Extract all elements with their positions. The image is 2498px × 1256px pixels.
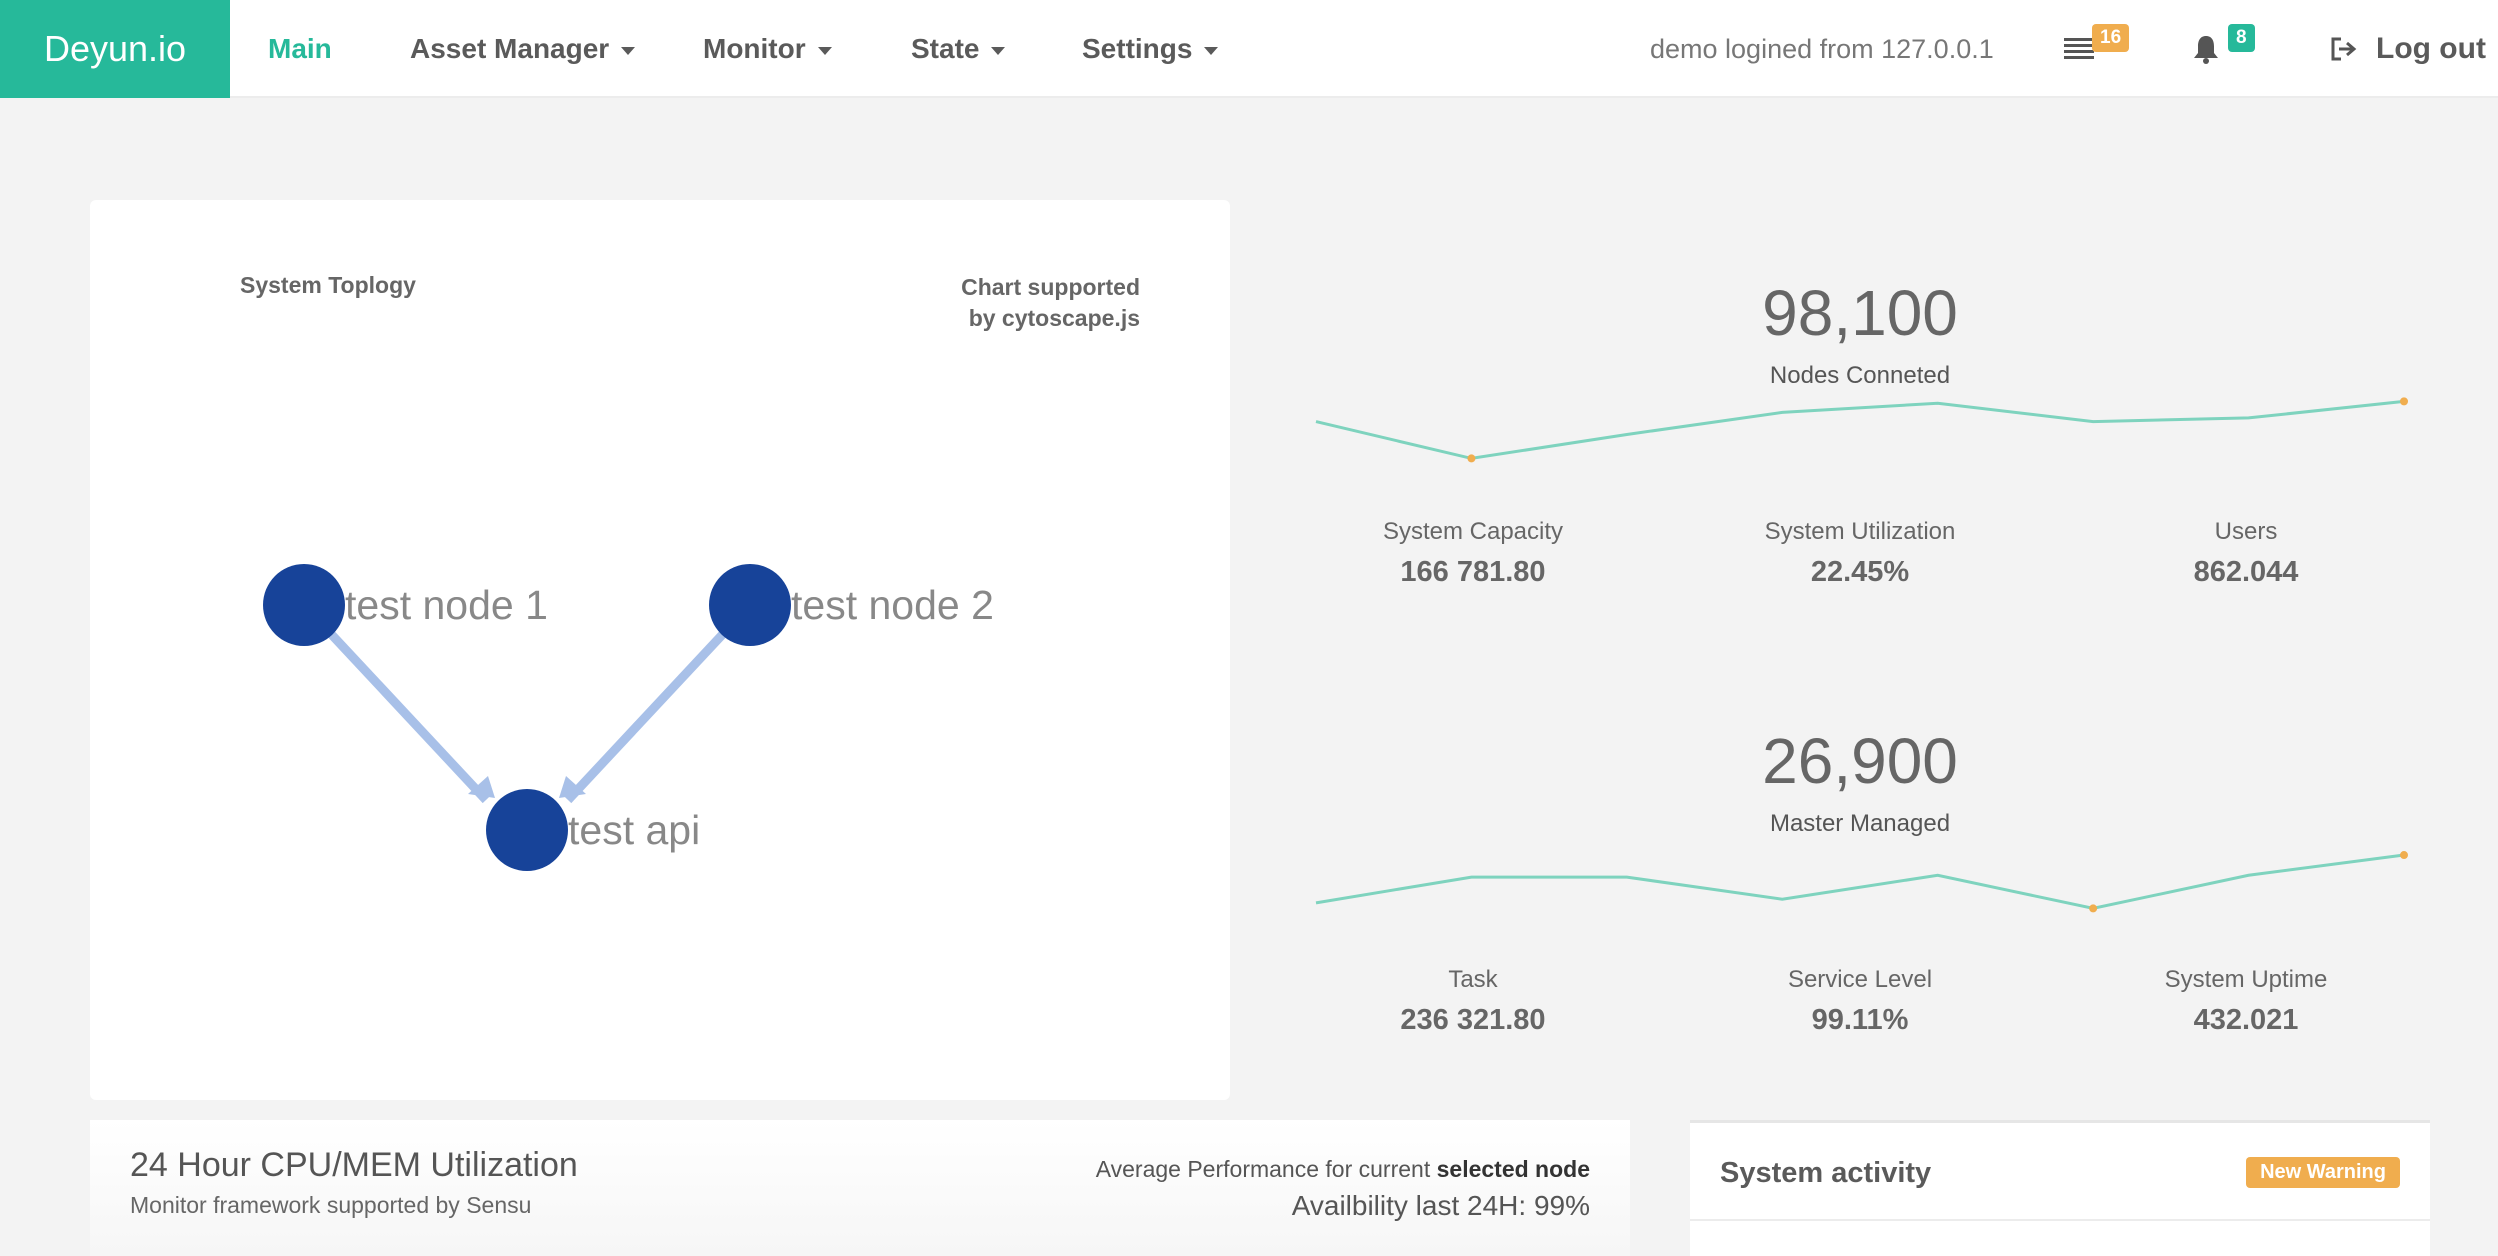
metric-value: 862.044 (2193, 556, 2299, 588)
nav-settings[interactable]: Settings (1082, 0, 1219, 98)
cpu-panel-title: 24 Hour CPU/MEM Utilization (130, 1146, 578, 1184)
nav-state[interactable]: State (911, 0, 1006, 98)
nodes-sparkline (1315, 397, 2408, 463)
system-activity-panel: System activity New Warning (1690, 1120, 2430, 1256)
sparkline-path (1315, 853, 2405, 910)
sign-out-icon (2331, 37, 2357, 61)
availability-text: Availbility last 24H: 99% (1291, 1190, 1590, 1221)
metric-value: 166 781.80 (1400, 556, 1546, 588)
notifications-badge: 8 (2228, 24, 2255, 52)
top-navbar: Deyun.io Main Asset Manager Monitor Stat… (0, 0, 2498, 98)
sparkline-point (2400, 851, 2408, 860)
nav-monitor-label: Monitor (703, 33, 806, 64)
bell-icon (2194, 36, 2218, 64)
nav-state-label: State (911, 33, 980, 64)
divider (1690, 1219, 2430, 1221)
metric-value: 432.021 (2193, 1004, 2299, 1036)
activity-title: System activity (1720, 1157, 1932, 1189)
logout-label: Log out (2376, 32, 2486, 65)
metric-value: 236 321.80 (1400, 1004, 1546, 1036)
chevron-down-icon (1204, 47, 1219, 55)
topology-node[interactable]: test api (486, 789, 700, 871)
notifications-button[interactable]: 8 (2192, 0, 2272, 98)
master-sparkline (1315, 851, 2408, 913)
metric-value: 22.45% (1810, 556, 1910, 588)
cpu-panel-subtitle: Monitor framework supported by Sensu (130, 1192, 532, 1218)
nav-monitor[interactable]: Monitor (703, 0, 832, 98)
metric-label: Service Level (1787, 966, 1933, 993)
nav-main-label: Main (268, 33, 332, 64)
topology-node-label: test node 2 (791, 582, 994, 628)
sparkline-point (2089, 904, 2098, 913)
chevron-down-icon (621, 47, 636, 55)
performance-note: Average Performance for current selected… (1096, 1156, 1590, 1183)
nav-asset-manager-label: Asset Manager (410, 33, 610, 64)
chevron-down-icon (991, 47, 1006, 55)
metric-label: Users (2214, 518, 2278, 545)
master-managed-value: 26,900 (1762, 725, 1958, 797)
performance-selected-node: selected node (1436, 1156, 1590, 1182)
topology-node-label: test node 1 (345, 582, 548, 628)
messages-button[interactable]: 16 (2064, 0, 2144, 98)
topology-node[interactable]: test node 1 (263, 564, 548, 646)
nav-asset-manager[interactable]: Asset Manager (410, 0, 636, 98)
metric-value: 99.11% (1811, 1004, 1909, 1036)
cpu-utilization-panel: 24 Hour CPU/MEM Utilization Monitor fram… (90, 1120, 1630, 1256)
new-warning-badge[interactable]: New Warning (2246, 1157, 2400, 1188)
login-status: demo logined from 127.0.0.1 (1650, 33, 1994, 64)
nav-main[interactable]: Main (268, 0, 332, 98)
metric-label: System Utilization (1764, 518, 1956, 545)
metric-label: System Uptime (2164, 966, 2328, 993)
nav-settings-label: Settings (1082, 33, 1193, 64)
brand-logo[interactable]: Deyun.io (0, 0, 230, 98)
metric-label: Task (1448, 966, 1498, 993)
metric-label: System Capacity (1382, 518, 1564, 545)
nodes-connected-value: 98,100 (1762, 277, 1958, 349)
topology-panel: System Toplogy Chart supported by cytosc… (90, 200, 1230, 1100)
sparkline-point (1467, 454, 1476, 463)
topology-node[interactable]: test node 2 (709, 564, 994, 646)
topology-graph[interactable]: test node 1 test node 2 test api (90, 200, 1230, 1100)
chevron-down-icon (817, 47, 832, 55)
sparkline-point (2400, 397, 2408, 406)
topology-node-label: test api (568, 807, 700, 853)
logout-button[interactable]: Log out (2330, 0, 2486, 98)
list-icon (2064, 38, 2094, 59)
messages-badge: 16 (2092, 24, 2130, 52)
sparkline-path (1315, 399, 2405, 460)
performance-prefix: Average Performance for current (1095, 1156, 1437, 1182)
